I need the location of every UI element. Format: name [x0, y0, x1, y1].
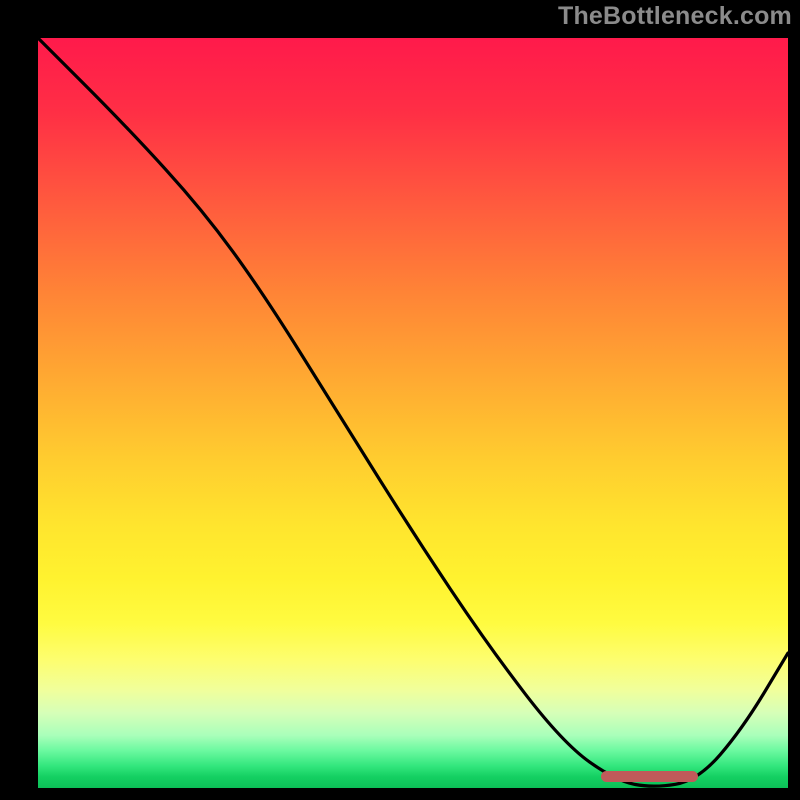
optimal-range-marker	[601, 771, 699, 782]
watermark-text: TheBottleneck.com	[558, 2, 792, 31]
chart-line-series	[38, 38, 788, 788]
chart-plot-area	[38, 38, 788, 788]
